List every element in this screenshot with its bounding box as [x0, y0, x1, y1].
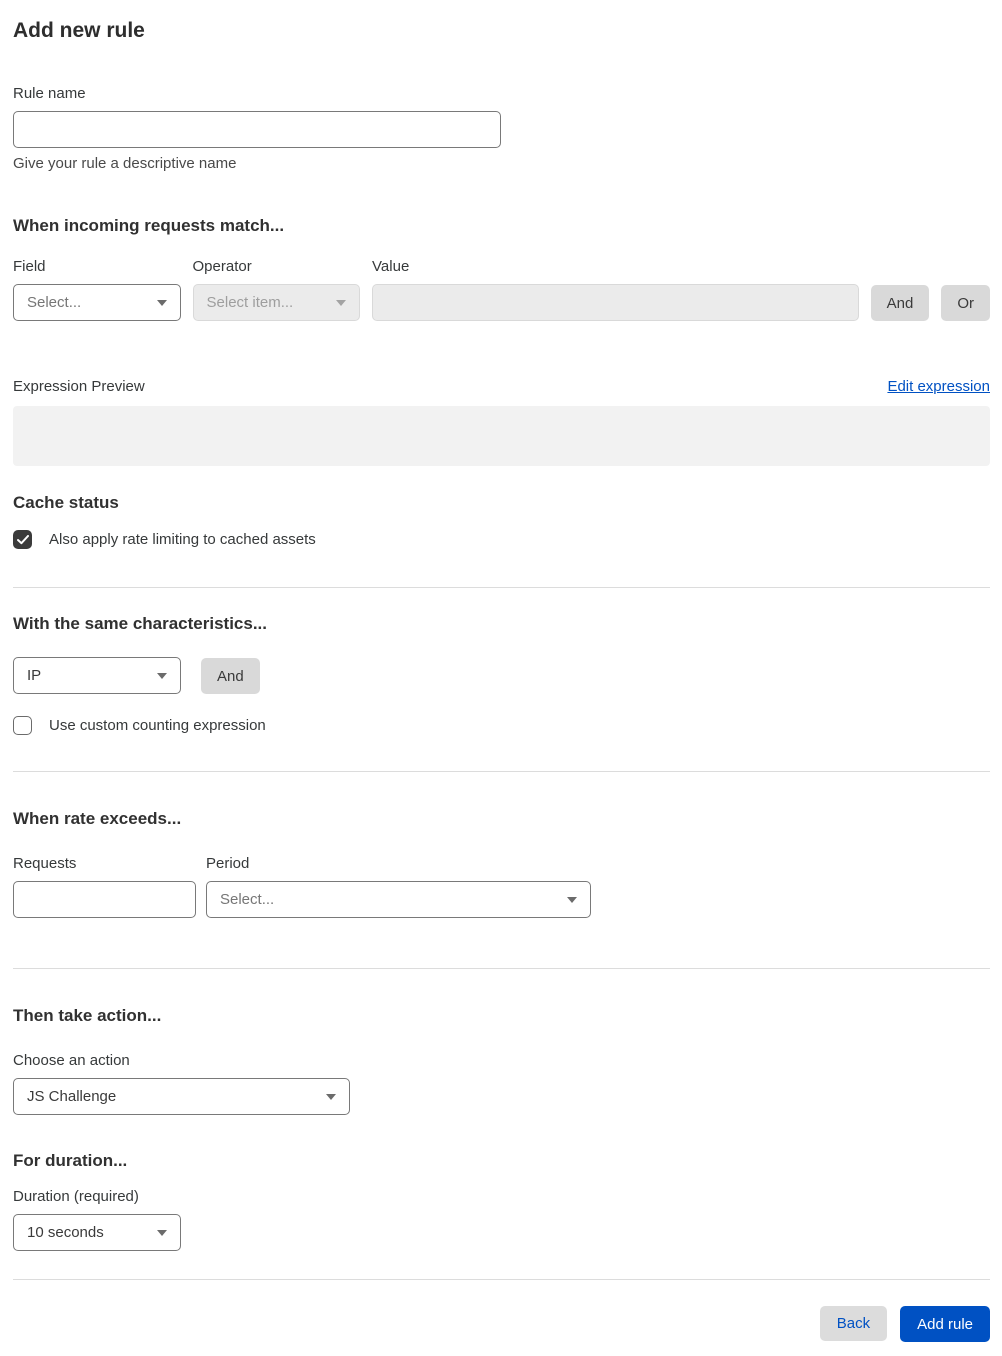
expression-preview-box: [13, 406, 990, 466]
action-select-value: JS Challenge: [27, 1088, 117, 1105]
custom-counting-checkbox-label: Use custom counting expression: [49, 717, 266, 734]
duration-section: For duration... Duration (required) 10 s…: [13, 1151, 990, 1251]
duration-select[interactable]: 10 seconds: [13, 1214, 181, 1251]
expression-section: Expression Preview Edit expression: [13, 378, 990, 466]
action-label: Choose an action: [13, 1052, 130, 1069]
action-select[interactable]: JS Challenge: [13, 1078, 350, 1115]
divider: [13, 968, 990, 969]
edit-expression-link[interactable]: Edit expression: [887, 378, 990, 395]
footer-actions: Back Add rule: [13, 1306, 990, 1342]
rule-name-input[interactable]: [13, 111, 501, 148]
divider: [13, 587, 990, 588]
match-section: When incoming requests match... Field Se…: [13, 216, 990, 321]
match-heading: When incoming requests match...: [13, 216, 285, 235]
expression-preview-label: Expression Preview: [13, 378, 145, 395]
chevron-down-icon: [567, 896, 577, 903]
add-characteristic-and-button[interactable]: And: [201, 658, 260, 694]
and-button[interactable]: And: [870, 285, 930, 321]
requests-input[interactable]: [13, 881, 196, 918]
rate-heading: When rate exceeds...: [13, 809, 182, 828]
field-select[interactable]: Select...: [13, 284, 181, 321]
rule-name-label: Rule name: [13, 85, 86, 102]
period-label: Period: [206, 855, 250, 872]
custom-counting-checkbox[interactable]: [13, 716, 32, 735]
field-label: Field: [13, 258, 46, 275]
value-label: Value: [372, 258, 410, 275]
action-heading: Then take action...: [13, 1006, 162, 1025]
duration-heading: For duration...: [13, 1151, 128, 1170]
rule-name-section: Rule name Give your rule a descriptive n…: [13, 85, 990, 172]
value-input[interactable]: [372, 284, 859, 321]
chevron-down-icon: [156, 299, 167, 306]
chevron-down-icon: [326, 1093, 336, 1100]
rate-section: When rate exceeds... Requests Period Sel…: [13, 809, 990, 918]
add-rule-button[interactable]: Add rule: [900, 1306, 990, 1342]
cached-assets-checkbox-label: Also apply rate limiting to cached asset…: [49, 531, 316, 548]
chevron-down-icon: [336, 299, 347, 306]
period-select[interactable]: Select...: [206, 881, 591, 918]
characteristics-heading: With the same characteristics...: [13, 614, 268, 633]
cache-status-heading: Cache status: [13, 493, 119, 512]
checkmark-icon: [16, 534, 29, 544]
divider: [13, 1279, 990, 1280]
operator-select[interactable]: Select item...: [192, 284, 361, 321]
operator-select-value: Select item...: [206, 294, 294, 311]
divider: [13, 771, 990, 772]
rule-name-helper: Give your rule a descriptive name: [13, 155, 237, 172]
duration-label: Duration (required): [13, 1188, 139, 1205]
add-rule-form: Add new rule Rule name Give your rule a …: [0, 0, 1002, 1356]
chevron-down-icon: [157, 672, 167, 679]
cache-status-section: Cache status Also apply rate limiting to…: [13, 493, 990, 549]
characteristic-select-value: IP: [27, 667, 42, 684]
characteristics-section: With the same characteristics... IP And …: [13, 614, 990, 735]
operator-label: Operator: [192, 258, 252, 275]
characteristic-select[interactable]: IP: [13, 657, 181, 694]
or-button[interactable]: Or: [941, 285, 990, 321]
field-select-value: Select...: [27, 294, 82, 311]
requests-label: Requests: [13, 855, 77, 872]
period-select-value: Select...: [220, 891, 275, 908]
cached-assets-checkbox[interactable]: [13, 530, 32, 549]
duration-select-value: 10 seconds: [27, 1224, 104, 1241]
action-section: Then take action... Choose an action JS …: [13, 1006, 990, 1115]
page-title: Add new rule: [13, 19, 145, 42]
back-button[interactable]: Back: [819, 1306, 888, 1341]
chevron-down-icon: [157, 1229, 167, 1236]
